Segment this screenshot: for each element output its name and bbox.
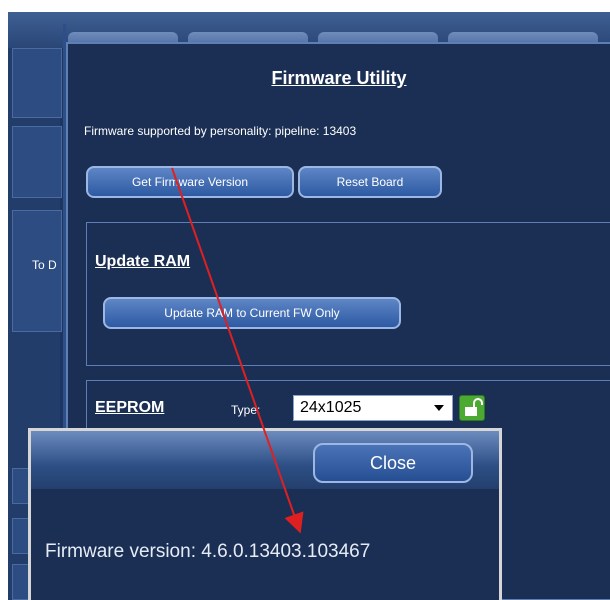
reset-board-button[interactable]: Reset Board bbox=[298, 166, 442, 198]
dialog-title: Firmware Utility bbox=[271, 68, 407, 88]
update-ram-section: Update RAM Update RAM to Current FW Only bbox=[86, 222, 610, 366]
update-ram-button[interactable]: Update RAM to Current FW Only bbox=[103, 297, 401, 329]
firmware-version-message: Firmware version: 4.6.0.13403.103467 bbox=[45, 541, 371, 562]
eeprom-title: EEPROM bbox=[95, 399, 165, 416]
background-truncated-label: To D bbox=[32, 258, 57, 272]
chevron-down-icon bbox=[434, 405, 444, 411]
popup-header: Close bbox=[31, 431, 499, 489]
update-ram-title: Update RAM bbox=[95, 253, 191, 270]
firmware-version-popup: Close Firmware version: 4.6.0.13403.1034… bbox=[28, 428, 502, 600]
eeprom-type-label: Type: bbox=[231, 403, 261, 417]
firmware-supported-text: Firmware supported by personality: pipel… bbox=[84, 124, 357, 138]
unlocked-padlock-icon[interactable] bbox=[459, 395, 485, 421]
close-button[interactable]: Close bbox=[313, 443, 473, 483]
background-tile[interactable] bbox=[12, 48, 62, 118]
get-firmware-version-button[interactable]: Get Firmware Version bbox=[86, 166, 294, 198]
background-tile[interactable] bbox=[12, 126, 62, 198]
eeprom-type-select[interactable]: 24x1025 bbox=[293, 395, 453, 421]
eeprom-type-value: 24x1025 bbox=[300, 399, 362, 416]
